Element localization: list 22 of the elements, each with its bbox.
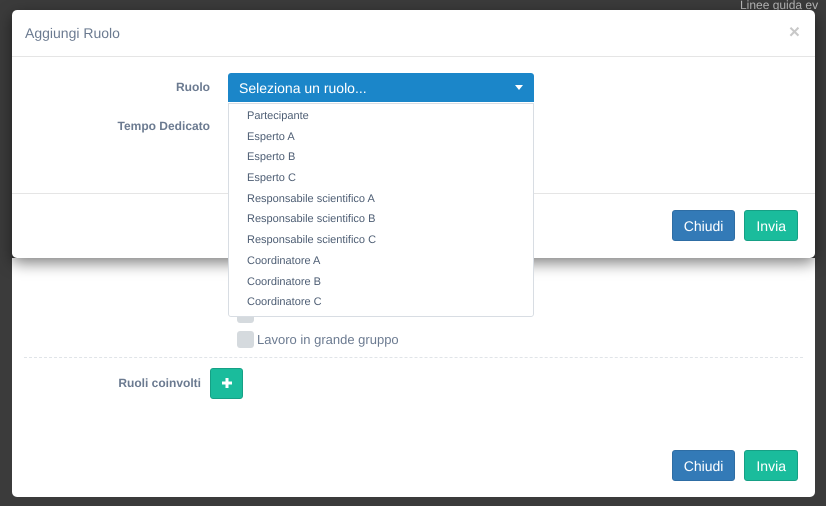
dropdown-option[interactable]: Coordinatore C <box>229 292 533 313</box>
close-button[interactable]: Chiudi <box>672 450 736 481</box>
close-button[interactable]: Chiudi <box>672 210 736 241</box>
field-label: Ruoli coinvolti <box>117 376 202 390</box>
dropdown-option[interactable]: Esperto A <box>229 126 533 148</box>
caret-icon <box>515 85 523 90</box>
dropdown-option[interactable]: Coordinatore A <box>229 250 533 272</box>
dropdown-option[interactable]: Responsabile scientifico B <box>229 209 533 230</box>
field-label: Tempo Dedicato <box>116 118 210 135</box>
checkbox-label: Lavoro in grande gruppo <box>257 332 399 346</box>
dropdown-option[interactable]: Esperto C <box>229 168 533 189</box>
field-label: Ruolo <box>175 79 210 96</box>
plus-icon <box>220 377 232 389</box>
dropdown-option[interactable]: Esperto B <box>229 147 533 168</box>
role-dropdown[interactable]: Seleziona un ruolo... <box>228 73 534 102</box>
dropdown-option[interactable]: Coordinatore B <box>229 272 533 292</box>
checkbox[interactable] <box>237 330 254 348</box>
dialog-title: Aggiungi Ruolo <box>25 25 120 41</box>
dropdown-option[interactable]: Responsabile scientifico A <box>229 188 533 210</box>
dropdown-option[interactable]: Partecipante <box>229 106 533 127</box>
dropdown-option[interactable]: Responsabile scientifico C <box>229 230 533 251</box>
add-button[interactable] <box>210 368 243 398</box>
